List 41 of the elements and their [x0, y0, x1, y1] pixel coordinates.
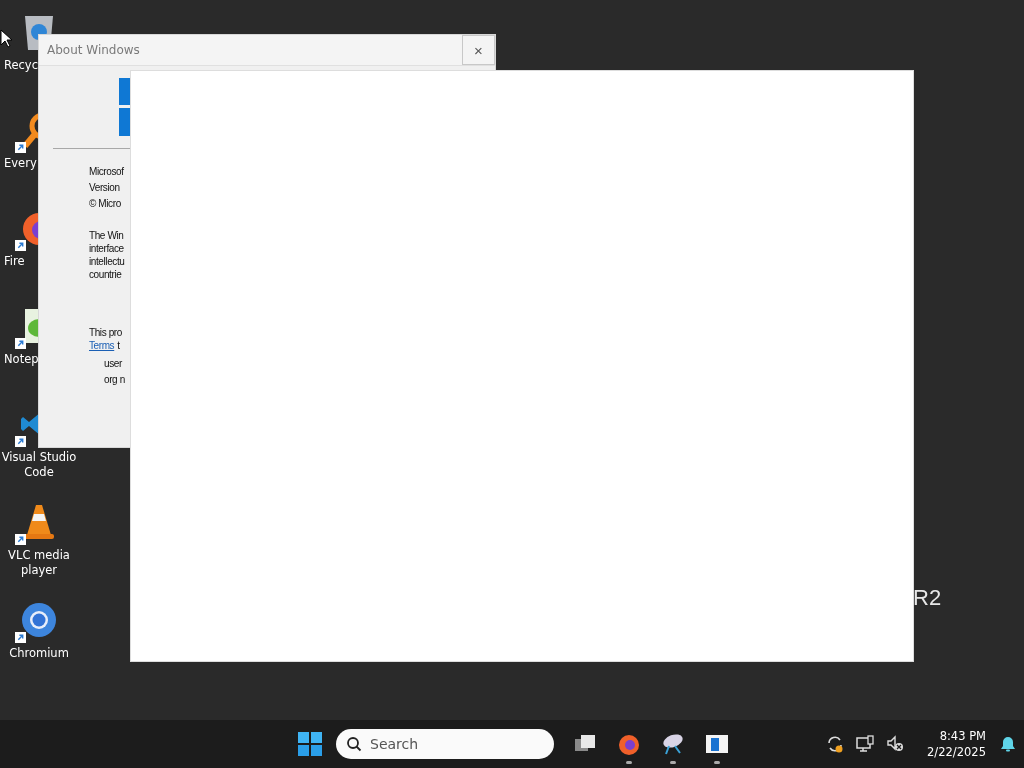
- shortcut-arrow-icon: [15, 338, 26, 349]
- shortcut-arrow-icon: [15, 436, 26, 447]
- notice-text: interface: [89, 242, 125, 255]
- shortcut-arrow-icon: [15, 142, 26, 153]
- info-text: Microsof: [89, 165, 125, 179]
- satellite-dish-icon[interactable]: [661, 732, 685, 756]
- desktop-icon-label[interactable]: Notep: [0, 352, 39, 367]
- volume-muted-icon[interactable]: [885, 734, 906, 754]
- shortcut-arrow-icon: [15, 534, 26, 545]
- window-icon[interactable]: [705, 732, 729, 756]
- licensee-text: user: [104, 357, 123, 371]
- clock-date: 2/22/2025: [927, 744, 986, 760]
- desktop-icon-label[interactable]: Every: [0, 156, 37, 171]
- desktop-icon-label[interactable]: Visual Studio Code: [1, 450, 77, 480]
- firefox-icon[interactable]: [617, 732, 641, 756]
- search-field[interactable]: Search: [336, 729, 554, 759]
- info-text: Version: [89, 181, 121, 195]
- window-title: About Windows: [46, 43, 140, 57]
- shortcut-arrow-icon: [15, 240, 26, 251]
- notice-text: intellectu: [89, 255, 125, 268]
- info-text: © Micro: [89, 197, 122, 211]
- mouse-cursor-icon: [0, 29, 12, 49]
- license-text: t: [117, 339, 120, 352]
- notice-text: countrie: [89, 268, 123, 281]
- license-text: This pro: [89, 326, 123, 339]
- desktop-icon-label[interactable]: Chromium: [1, 646, 77, 661]
- clock-time: 8:43 PM: [939, 728, 986, 744]
- start-button[interactable]: [298, 732, 322, 756]
- wallpaper-text: R2: [913, 585, 942, 611]
- clock[interactable]: 8:43 PM 2/22/2025: [927, 728, 986, 760]
- desktop-icon-label[interactable]: Fire: [0, 254, 25, 269]
- search-icon: [346, 736, 362, 752]
- desktop-icon-label[interactable]: Recyc: [0, 58, 38, 73]
- terms-link[interactable]: Terms: [89, 339, 115, 352]
- licensee-text: org n: [104, 373, 125, 387]
- network-icon[interactable]: [855, 734, 876, 754]
- close-button[interactable]: ×: [462, 35, 495, 65]
- desktop-icon-label[interactable]: VLC media player: [1, 548, 77, 578]
- notice-text: The Win: [89, 229, 125, 242]
- notification-bell-icon[interactable]: [1000, 736, 1016, 752]
- shortcut-arrow-icon: [15, 632, 26, 643]
